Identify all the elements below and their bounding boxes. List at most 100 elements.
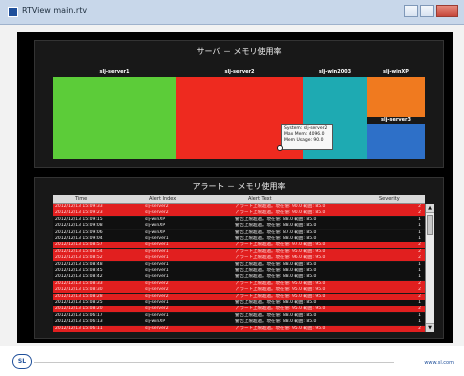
alert-row[interactable]: 2012/12/13 15:08:42 slj-server1 警告上限超過。現在値…	[53, 274, 425, 281]
alert-cell-time: 2012/12/13 15:08:33	[55, 280, 103, 286]
alert-cell-time: 2012/12/13 15:08:30	[55, 287, 103, 293]
alert-cell-index: slj-server2	[145, 325, 169, 331]
tooltip-line-mem-usage: Mem Usage: 90.0	[284, 138, 324, 143]
scroll-up-icon[interactable]: ▲	[426, 204, 434, 213]
alert-row[interactable]: 2012/12/13 15:08:57 slj-server1 アラート上限超過。現…	[53, 242, 425, 249]
alert-cell-text: 警告上限超過。現在値: 87.0 範囲: 85.0	[235, 229, 317, 235]
alert-cell-severity: 2	[418, 306, 421, 312]
column-header-severity[interactable]: Severity	[379, 196, 400, 202]
footer: SL www.sl.com	[0, 346, 464, 376]
alert-cell-severity: 2	[418, 210, 421, 216]
alert-row[interactable]: 2012/12/13 15:08:25 slj-server1 警告上限超過。現在値…	[53, 300, 425, 306]
app-icon	[8, 7, 18, 17]
alert-cell-text: 警告上限超過。現在値: 88.0 範囲: 85.0	[235, 312, 317, 318]
column-header-alert-index[interactable]: Alert Index	[149, 196, 176, 202]
alert-row[interactable]: 2012/12/13 15:09:15 slj-winXP 警告上限超過。現在値: …	[53, 216, 425, 223]
treemap-cell-server3[interactable]	[367, 124, 425, 159]
alert-row[interactable]: 2012/12/13 15:09:33 slj-server2 アラート上限超過。現…	[53, 204, 425, 210]
treemap-tooltip: System: slj-server2 Max Mem: 4096.0 Mem …	[281, 124, 333, 150]
minimize-button[interactable]	[404, 5, 418, 17]
alert-cell-text: 警告上限超過。現在値: 88.0 範囲: 85.0	[235, 223, 317, 229]
window-controls	[404, 5, 458, 17]
alert-cell-time: 2012/12/13 15:09:06	[55, 229, 103, 235]
alert-row[interactable]: 2012/12/13 15:08:30 slj-server2 アラート上限超過。現…	[53, 287, 425, 294]
alert-cell-time: 2012/12/13 15:08:42	[55, 274, 103, 280]
alert-cell-time: 2012/12/13 15:09:23	[55, 210, 103, 216]
alert-cell-index: slj-server2	[145, 280, 169, 286]
alert-row[interactable]: 2012/12/13 15:08:33 slj-server2 アラート上限超過。現…	[53, 280, 425, 287]
treemap-header-winxp: slj-winXP	[383, 69, 409, 75]
alert-row[interactable]: 2012/12/13 15:09:06 slj-winXP 警告上限超過。現在値: …	[53, 229, 425, 236]
alert-cell-time: 2012/12/13 15:08:52	[55, 255, 103, 261]
scroll-down-icon[interactable]: ▼	[426, 323, 434, 332]
alert-cell-index: slj-server1	[145, 248, 169, 254]
alert-cell-severity: 2	[418, 287, 421, 293]
footer-url[interactable]: www.sl.com	[424, 360, 454, 366]
alert-row[interactable]: 2012/12/13 15:06:17 slj-server1 警告上限超過。現在値…	[53, 312, 425, 319]
alert-cell-index: slj-server2	[145, 306, 169, 312]
alert-row[interactable]: 2012/12/13 15:08:54 slj-server1 アラート上限超過。現…	[53, 248, 425, 255]
alert-cell-index: slj-winXP	[145, 319, 166, 325]
alert-cell-text: 警告上限超過。現在値: 88.0 範囲: 85.0	[235, 274, 317, 280]
alert-cell-time: 2012/12/13 15:06:17	[55, 312, 103, 318]
scrollbar-thumb[interactable]	[427, 215, 433, 235]
alert-cell-text: 警告上限超過。現在値: 88.0 範囲: 85.0	[235, 261, 317, 267]
alert-cell-text: アラート上限超過。現在値: 95.0 範囲: 95.0	[235, 306, 326, 312]
footer-divider	[34, 362, 394, 363]
alert-row[interactable]: 2012/12/13 15:06:13 slj-winXP 警告上限超過。現在値: …	[53, 319, 425, 326]
alert-row[interactable]: 2012/12/13 15:09:08 slj-winXP 警告上限超過。現在値: …	[53, 223, 425, 230]
alert-row[interactable]: 2012/12/13 15:06:11 slj-server2 アラート上限超過。現…	[53, 325, 425, 332]
alert-cell-severity: 1	[418, 229, 421, 235]
alert-cell-index: slj-server1	[145, 312, 169, 318]
alert-cell-text: アラート上限超過。現在値: 97.0 範囲: 95.0	[235, 242, 326, 248]
alert-cell-text: 警告上限超過。現在値: 88.0 範囲: 85.0	[235, 300, 317, 305]
alert-cell-severity: 1	[418, 300, 421, 305]
alert-cell-index: slj-server2	[145, 293, 169, 299]
treemap-header-server3: slj-server3	[381, 117, 411, 123]
alert-cell-index: slj-server2	[145, 204, 169, 209]
alert-row[interactable]: 2012/12/13 15:08:45 slj-server1 警告上限超過。現在値…	[53, 268, 425, 274]
column-header-alert-text[interactable]: Alert Text	[248, 196, 272, 202]
alert-cell-text: アラート上限超過。現在値: 95.0 範囲: 95.0	[235, 280, 326, 286]
alert-cell-severity: 1	[418, 312, 421, 318]
alert-cell-index: slj-winXP	[145, 229, 166, 235]
alert-cell-index: slj-server1	[145, 261, 169, 267]
alert-row[interactable]: 2012/12/13 15:08:20 slj-server2 アラート上限超過。現…	[53, 306, 425, 313]
alert-cell-time: 2012/12/13 15:08:25	[55, 300, 103, 305]
alert-row[interactable]: 2012/12/13 15:08:48 slj-server1 警告上限超過。現在値…	[53, 261, 425, 268]
alert-cell-severity: 2	[418, 293, 421, 299]
alert-cell-time: 2012/12/13 15:09:04	[55, 236, 103, 241]
treemap-cell-server1[interactable]	[53, 77, 176, 159]
alert-cell-text: 警告上限超過。現在値: 88.0 範囲: 85.0	[235, 236, 317, 241]
alert-cell-time: 2012/12/13 15:08:48	[55, 261, 103, 267]
alert-panel: アラート － メモリ使用率 Time Alert Index Alert Tex…	[34, 177, 444, 339]
alert-cell-index: slj-server1	[145, 255, 169, 261]
alert-cell-time: 2012/12/13 15:06:13	[55, 319, 103, 325]
alert-row[interactable]: 2012/12/13 15:08:28 slj-server2 アラート上限超過。現…	[53, 293, 425, 300]
alert-cell-time: 2012/12/13 15:09:08	[55, 223, 103, 229]
sl-logo: SL	[12, 354, 32, 369]
alert-row[interactable]: 2012/12/13 15:09:23 slj-server2 アラート上限超過。現…	[53, 210, 425, 217]
close-button[interactable]	[436, 5, 458, 17]
column-header-time[interactable]: Time	[75, 196, 87, 202]
alert-cell-severity: 1	[418, 268, 421, 273]
alert-cell-time: 2012/12/13 15:08:20	[55, 306, 103, 312]
alert-cell-time: 2012/12/13 15:09:33	[55, 204, 103, 209]
alert-cell-index: slj-winXP	[145, 216, 166, 222]
alert-row[interactable]: 2012/12/13 15:08:52 slj-server1 アラート上限超過。現…	[53, 255, 425, 262]
alert-cell-index: slj-server1	[145, 242, 169, 248]
alert-cell-index: slj-server1	[145, 274, 169, 280]
alert-cell-severity: 2	[418, 255, 421, 261]
maximize-button[interactable]	[420, 5, 434, 17]
treemap-cell-winxp[interactable]	[367, 77, 425, 117]
alert-cell-text: 警告上限超過。現在値: 88.0 範囲: 85.0	[235, 216, 317, 222]
alert-cell-index: slj-server1	[145, 268, 169, 273]
alert-cell-text: アラート上限超過。現在値: 95.0 範囲: 95.0	[235, 287, 326, 293]
alert-cell-severity: 1	[418, 236, 421, 241]
alert-cell-time: 2012/12/13 15:08:54	[55, 248, 103, 254]
table-scrollbar[interactable]: ▲ ▼	[425, 204, 434, 332]
alert-row[interactable]: 2012/12/13 15:09:04 slj-server1 警告上限超過。現在値…	[53, 236, 425, 242]
alert-cell-severity: 1	[418, 319, 421, 325]
mouse-cursor-icon	[277, 145, 283, 151]
alert-cell-severity: 1	[418, 216, 421, 222]
